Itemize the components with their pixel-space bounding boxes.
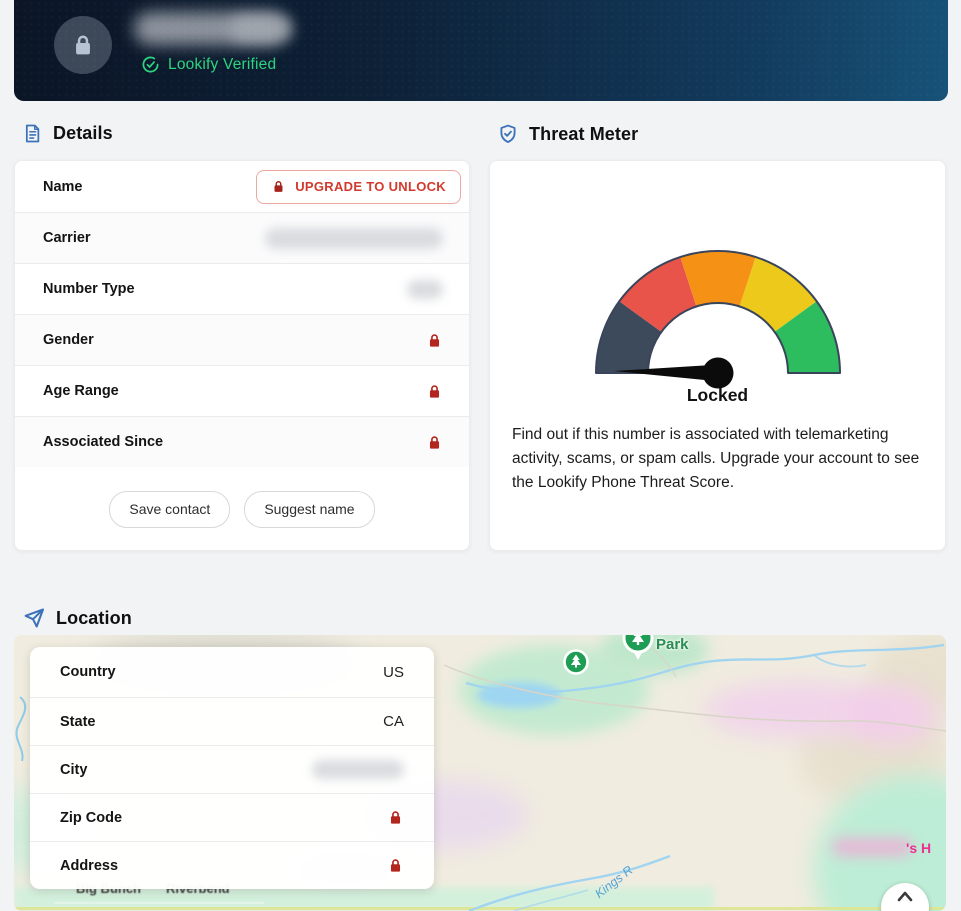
map-label-park: Park <box>656 636 689 653</box>
blurred-place-name <box>832 838 912 856</box>
detail-label: Name <box>43 179 83 195</box>
location-label: State <box>60 714 95 730</box>
location-label: Address <box>60 858 118 874</box>
location-heading: Location <box>22 606 132 630</box>
verified-label: Lookify Verified <box>168 56 276 74</box>
lock-icon <box>387 857 404 874</box>
blurred-value <box>265 228 443 249</box>
detail-row-name: Name UPGRADE TO UNLOCK <box>15 161 469 212</box>
profile-header: Lookify Verified <box>14 0 948 101</box>
location-value: US <box>383 664 404 681</box>
lock-icon <box>426 434 443 451</box>
location-row-address: Address <box>30 841 434 889</box>
threat-meter-title: Threat Meter <box>529 124 638 145</box>
check-circle-icon <box>141 55 160 74</box>
details-heading: Details <box>22 123 113 144</box>
lock-icon <box>426 332 443 349</box>
avatar <box>54 16 112 74</box>
detail-row-associated-since: Associated Since <box>15 416 469 467</box>
document-icon <box>22 123 43 144</box>
verified-badge: Lookify Verified <box>141 55 276 74</box>
park-pin-icon[interactable] <box>619 635 657 662</box>
detail-row-gender: Gender <box>15 314 469 365</box>
map-blurred-area <box>847 685 937 745</box>
lock-icon <box>387 809 404 826</box>
location-label: City <box>60 762 87 778</box>
details-title: Details <box>53 123 113 144</box>
details-card: Name UPGRADE TO UNLOCK Carrier Number Ty… <box>14 160 470 551</box>
map-label-pink-place: 's H <box>906 840 931 856</box>
threat-meter-heading: Threat Meter <box>497 123 638 145</box>
detail-label: Carrier <box>43 230 91 246</box>
threat-meter-card: Locked Find out if this number is associ… <box>489 160 946 551</box>
location-label: Zip Code <box>60 810 122 826</box>
location-row-zip: Zip Code <box>30 793 434 841</box>
location-value: CA <box>383 713 404 730</box>
chevron-up-icon <box>895 889 915 903</box>
location-row-country: Country US <box>30 647 434 697</box>
location-title: Location <box>56 608 132 629</box>
location-card: Country US State CA City Zip Code Addres… <box>30 647 434 889</box>
lock-icon <box>426 383 443 400</box>
blurred-name-part <box>230 16 292 41</box>
detail-row-age-range: Age Range <box>15 365 469 416</box>
suggest-name-button[interactable]: Suggest name <box>244 491 374 528</box>
location-label: Country <box>60 664 116 680</box>
detail-label: Number Type <box>43 281 135 297</box>
blurred-value <box>407 280 443 299</box>
details-actions: Save contact Suggest name <box>15 467 469 551</box>
lock-icon <box>271 179 286 194</box>
map-canvas[interactable]: Park Big Bunch Riverbend Kings R 's H Co… <box>14 635 946 911</box>
detail-row-carrier: Carrier <box>15 212 469 263</box>
park-pin-icon[interactable] <box>561 647 591 677</box>
gauge-needle-hub <box>703 358 734 389</box>
threat-gauge <box>593 242 843 392</box>
blurred-value <box>312 760 404 779</box>
detail-label: Associated Since <box>43 434 163 450</box>
detail-row-number-type: Number Type <box>15 263 469 314</box>
detail-label: Age Range <box>43 383 119 399</box>
lock-icon <box>70 32 96 58</box>
location-row-state: State CA <box>30 697 434 745</box>
threat-status: Locked <box>490 385 945 406</box>
navigation-icon <box>22 606 46 630</box>
location-row-city: City <box>30 745 434 793</box>
detail-label: Gender <box>43 332 94 348</box>
upgrade-label: UPGRADE TO UNLOCK <box>295 179 446 194</box>
save-contact-button[interactable]: Save contact <box>109 491 230 528</box>
shield-check-icon <box>497 123 519 145</box>
upgrade-to-unlock-button[interactable]: UPGRADE TO UNLOCK <box>256 170 461 204</box>
threat-description: Find out if this number is associated wi… <box>512 423 928 495</box>
